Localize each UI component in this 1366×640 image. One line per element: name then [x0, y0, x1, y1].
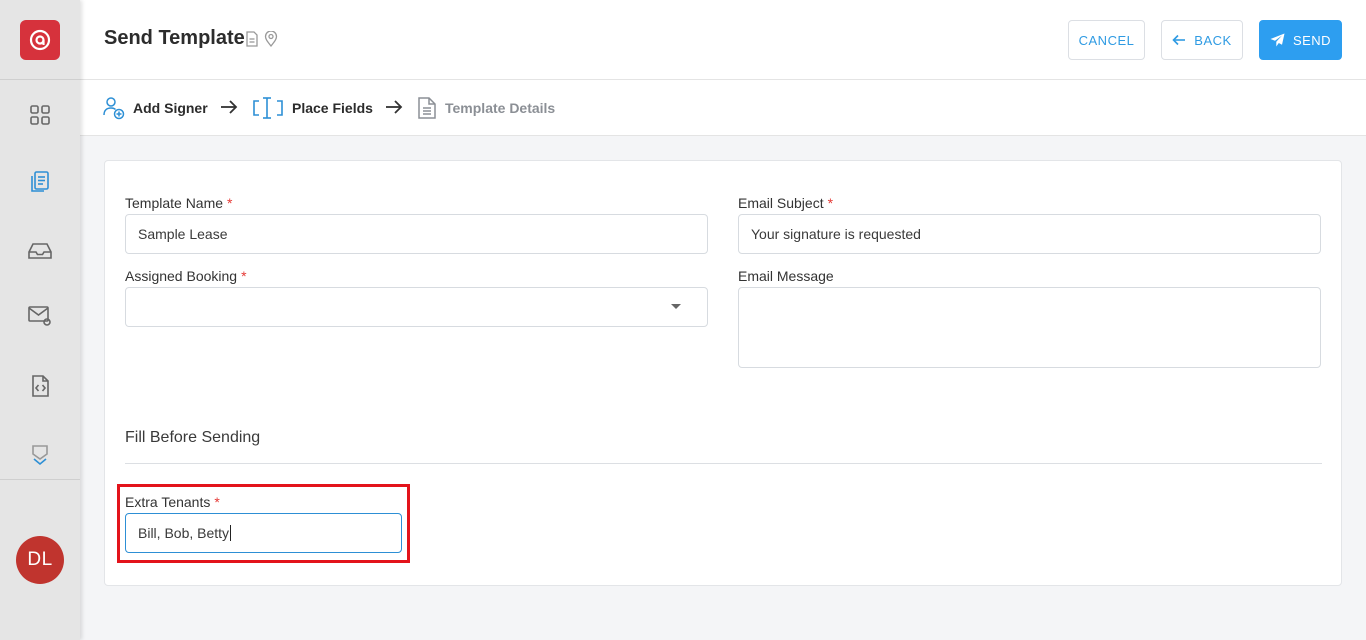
- add-user-icon: [103, 97, 125, 120]
- extra-tenants-label: Extra Tenants *: [125, 494, 220, 510]
- send-button[interactable]: SEND: [1259, 20, 1342, 60]
- input-value: Bill, Bob, Betty: [138, 525, 230, 541]
- assigned-booking-label: Assigned Booking *: [125, 268, 247, 284]
- sidebar-item-templates[interactable]: [26, 372, 54, 400]
- back-label: BACK: [1194, 32, 1232, 48]
- email-subject-label: Email Subject *: [738, 195, 833, 211]
- sidebar: DL: [0, 0, 80, 640]
- label-text: Extra Tenants: [125, 494, 211, 510]
- sidebar-item-dashboard[interactable]: [26, 101, 54, 129]
- documents-icon: [31, 171, 49, 192]
- arrow-right-icon: [386, 100, 403, 114]
- file-icon: [246, 31, 258, 47]
- sidebar-item-email-settings[interactable]: [26, 302, 54, 330]
- required-marker: *: [227, 195, 233, 211]
- page-title: Send Template: [104, 27, 245, 49]
- template-name-input[interactable]: Sample Lease: [125, 214, 708, 254]
- back-button[interactable]: BACK: [1161, 20, 1243, 60]
- template-name-label: Template Name *: [125, 195, 233, 211]
- arrow-left-icon: [1172, 34, 1186, 46]
- inbox-icon: [28, 243, 52, 259]
- text-cursor: [230, 525, 232, 541]
- code-file-icon: [32, 375, 49, 397]
- document-icon: [418, 97, 436, 119]
- step-place-fields[interactable]: Place Fields: [252, 80, 373, 136]
- sidebar-divider: [0, 79, 80, 80]
- required-marker: *: [241, 268, 247, 284]
- step-label: Template Details: [445, 100, 556, 116]
- email-message-label: Email Message: [738, 268, 834, 284]
- extra-tenants-input[interactable]: Bill, Bob, Betty: [125, 513, 402, 553]
- location-pin-icon: [264, 31, 278, 47]
- grid-icon: [30, 105, 50, 125]
- sidebar-divider: [0, 479, 80, 480]
- page-header: Send Template CANCEL BACK SEND: [80, 0, 1366, 80]
- label-text: Assigned Booking: [125, 268, 238, 284]
- title-icons: [246, 31, 278, 47]
- mail-settings-icon: [28, 306, 51, 326]
- label-text: Template Name: [125, 195, 224, 211]
- label-text: Email Subject: [738, 195, 824, 211]
- email-subject-input[interactable]: Your signature is requested: [738, 214, 1321, 254]
- input-value: Sample Lease: [138, 226, 228, 242]
- chevron-down-icon: [32, 445, 48, 466]
- logo-icon: [29, 29, 51, 51]
- wizard-steps: Add Signer Place Fields Template Details: [80, 80, 1366, 136]
- sidebar-item-inbox[interactable]: [26, 237, 54, 265]
- avatar-initials: DL: [27, 549, 53, 570]
- sidebar-item-documents[interactable]: [26, 168, 54, 196]
- caret-down-icon: [671, 304, 681, 309]
- cancel-button[interactable]: CANCEL: [1068, 20, 1145, 60]
- app-logo[interactable]: [20, 20, 60, 60]
- email-message-textarea[interactable]: [738, 287, 1321, 368]
- arrow-right-icon: [221, 100, 238, 114]
- section-divider: [125, 463, 1322, 464]
- required-marker: *: [214, 494, 220, 510]
- step-add-signer[interactable]: Add Signer: [103, 80, 208, 136]
- text-field-icon: [253, 97, 283, 119]
- avatar[interactable]: DL: [16, 536, 64, 584]
- label-text: Email Message: [738, 268, 834, 284]
- cancel-label: CANCEL: [1078, 32, 1135, 48]
- assigned-booking-select[interactable]: [125, 287, 708, 327]
- step-label: Add Signer: [133, 100, 208, 116]
- step-label: Place Fields: [292, 100, 373, 116]
- section-title: Fill Before Sending: [125, 429, 261, 446]
- step-template-details[interactable]: Template Details: [417, 80, 555, 136]
- template-details-card: Template Name * Sample Lease Email Subjec…: [104, 160, 1342, 586]
- required-marker: *: [827, 195, 834, 211]
- input-value: Your signature is requested: [751, 226, 921, 242]
- sidebar-item-more[interactable]: [26, 441, 54, 469]
- paper-plane-icon: [1270, 33, 1285, 47]
- send-label: SEND: [1292, 32, 1332, 48]
